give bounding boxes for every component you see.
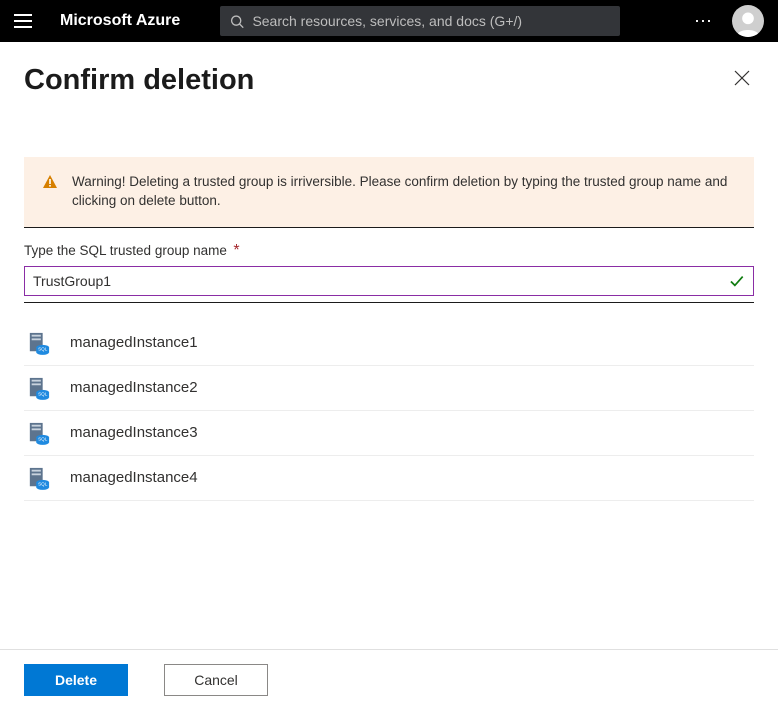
dialog-title: Confirm deletion bbox=[24, 64, 254, 97]
user-avatar[interactable] bbox=[732, 5, 764, 37]
top-bar: Microsoft Azure ⋯ bbox=[0, 0, 778, 42]
instance-name: managedInstance3 bbox=[70, 424, 198, 441]
divider bbox=[24, 302, 754, 303]
check-icon bbox=[729, 273, 745, 289]
group-name-input-wrap[interactable] bbox=[24, 266, 754, 296]
instance-list: SQL managedInstance1 SQL managedInstance… bbox=[24, 321, 754, 501]
svg-text:SQL: SQL bbox=[38, 346, 48, 351]
list-item: SQL managedInstance4 bbox=[24, 456, 754, 501]
instance-name: managedInstance2 bbox=[70, 379, 198, 396]
group-name-input[interactable] bbox=[33, 273, 729, 289]
sql-instance-icon: SQL bbox=[28, 421, 50, 445]
svg-text:SQL: SQL bbox=[38, 436, 48, 441]
sql-instance-icon: SQL bbox=[28, 331, 50, 355]
field-label-row: Type the SQL trusted group name * bbox=[24, 242, 754, 260]
more-icon[interactable]: ⋯ bbox=[694, 11, 714, 32]
svg-text:SQL: SQL bbox=[38, 481, 48, 486]
sql-instance-icon: SQL bbox=[28, 376, 50, 400]
search-box[interactable] bbox=[220, 6, 620, 36]
close-icon[interactable] bbox=[730, 66, 754, 95]
brand-logo: Microsoft Azure bbox=[60, 12, 180, 30]
search-input[interactable] bbox=[252, 13, 610, 29]
instance-name: managedInstance4 bbox=[70, 469, 198, 486]
svg-text:SQL: SQL bbox=[38, 391, 48, 396]
hamburger-menu-icon[interactable] bbox=[10, 11, 30, 31]
dialog-footer: Delete Cancel bbox=[0, 649, 778, 720]
sql-instance-icon: SQL bbox=[28, 466, 50, 490]
cancel-button[interactable]: Cancel bbox=[164, 664, 268, 696]
list-item: SQL managedInstance3 bbox=[24, 411, 754, 456]
warning-icon bbox=[42, 174, 58, 190]
instance-name: managedInstance1 bbox=[70, 334, 198, 351]
list-item: SQL managedInstance2 bbox=[24, 366, 754, 411]
divider bbox=[24, 227, 754, 228]
confirm-deletion-dialog: Confirm deletion Warning! Deleting a tru… bbox=[0, 42, 778, 501]
list-item: SQL managedInstance1 bbox=[24, 321, 754, 366]
warning-text: Warning! Deleting a trusted group is irr… bbox=[72, 173, 736, 211]
warning-banner: Warning! Deleting a trusted group is irr… bbox=[24, 157, 754, 227]
delete-button[interactable]: Delete bbox=[24, 664, 128, 696]
search-icon bbox=[230, 14, 244, 29]
required-indicator: * bbox=[233, 242, 239, 259]
group-name-label: Type the SQL trusted group name bbox=[24, 243, 227, 258]
